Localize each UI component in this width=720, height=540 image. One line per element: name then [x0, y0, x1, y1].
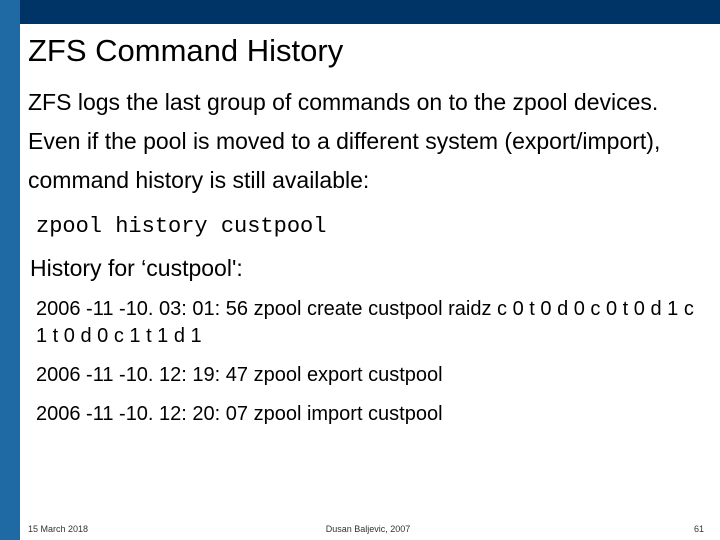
history-item: 2006 -11 -10. 12: 20: 07 zpool import cu…: [36, 401, 708, 428]
history-subhead: History for ‘custpool':: [30, 255, 708, 282]
history-item: 2006 -11 -10. 12: 19: 47 zpool export cu…: [36, 362, 708, 389]
footer-author: Dusan Baljevic, 2007: [326, 524, 411, 534]
history-block: 2006 -11 -10. 03: 01: 56 zpool create cu…: [36, 296, 708, 428]
content-area: ZFS Command History ZFS logs the last gr…: [28, 28, 708, 512]
left-stripe: [0, 0, 20, 540]
command-line: zpool history custpool: [36, 214, 708, 239]
intro-paragraph: ZFS logs the last group of commands on t…: [28, 83, 708, 200]
history-item: 2006 -11 -10. 03: 01: 56 zpool create cu…: [36, 296, 708, 350]
slide-title: ZFS Command History: [28, 32, 708, 69]
footer-date: 15 March 2018: [28, 524, 88, 534]
slide: ZFS Command History ZFS logs the last gr…: [0, 0, 720, 540]
top-bar: [0, 0, 720, 24]
footer-page: 61: [694, 524, 704, 534]
